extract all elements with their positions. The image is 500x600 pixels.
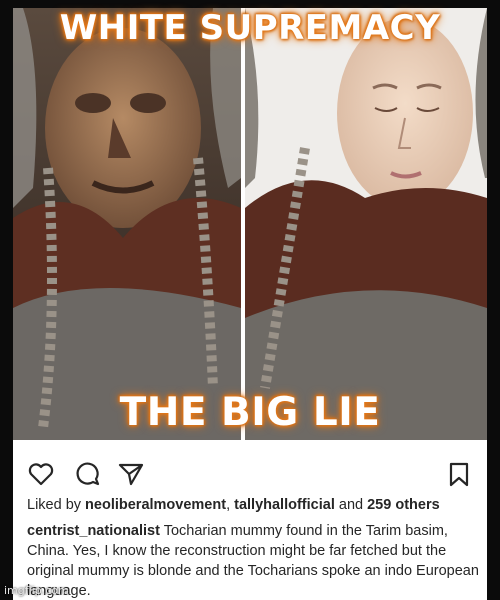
reconstruction-image: [245, 8, 487, 440]
meme-frame: Liked by neoliberalmovement, tallyhallof…: [0, 0, 500, 600]
comment-icon[interactable]: [73, 460, 101, 488]
liked-and: and: [334, 497, 368, 513]
instagram-post: Liked by neoliberalmovement, tallyhallof…: [13, 8, 487, 600]
share-icon[interactable]: [117, 460, 145, 488]
post-caption: centrist_nationalist Tocharian mummy fou…: [27, 521, 479, 600]
liked-separator: ,: [226, 497, 235, 513]
caption-username[interactable]: centrist_nationalist: [27, 523, 160, 539]
liked-by-line: Liked by neoliberalmovement, tallyhallof…: [27, 497, 482, 513]
liked-prefix: Liked by: [27, 497, 86, 513]
heart-icon[interactable]: [27, 460, 55, 488]
liked-others-link[interactable]: 259 others: [367, 497, 440, 513]
post-image[interactable]: [13, 8, 487, 440]
mummy-photo: [13, 8, 241, 440]
watermark: imgflip.com: [4, 584, 69, 597]
liked-user-link[interactable]: tallyhallofficial: [234, 497, 335, 513]
liked-user-link[interactable]: neoliberalmovement: [85, 497, 226, 513]
bookmark-icon[interactable]: [445, 460, 473, 488]
post-actions: [13, 458, 487, 490]
